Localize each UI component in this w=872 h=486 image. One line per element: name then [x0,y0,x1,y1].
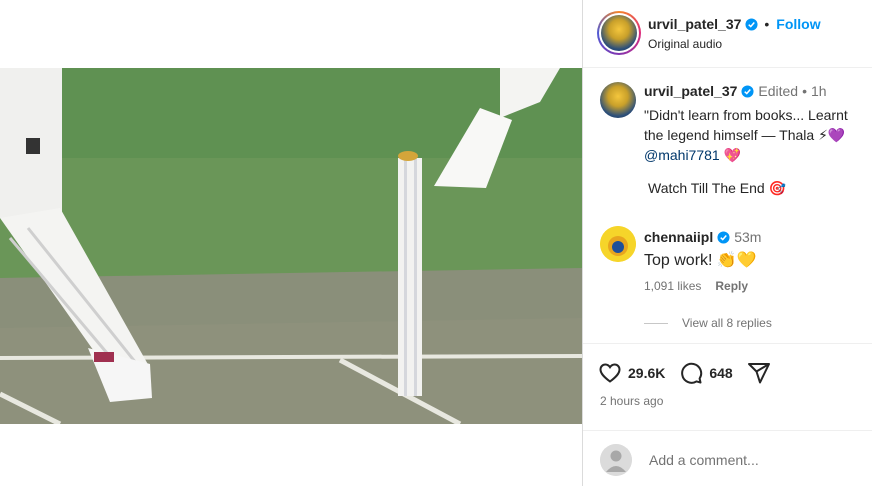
view-replies-label: View all 8 replies [682,316,772,330]
comment-header: chennaiipl 53m [644,229,761,245]
caption-closing-line: Watch Till The End 🎯 [648,180,787,196]
caption-emoji: ⚡💜 [818,127,846,143]
author-username[interactable]: urvil_patel_37 [648,16,741,32]
like-count: 29.6K [628,365,666,381]
share-button[interactable] [747,361,771,385]
caption-avatar[interactable] [600,82,636,118]
verified-badge-icon [741,84,754,98]
replies-line [644,322,668,324]
verified-badge-icon [717,230,730,244]
commenter-avatar[interactable] [600,226,636,262]
comment-text: Top work! 👏💛 [644,252,757,269]
caption-age: 1h [811,83,827,99]
comment-button[interactable]: 648 [679,361,733,385]
heart-icon [599,363,621,383]
header-separator: • [764,16,770,32]
comment-actions: 1,091 likes Reply [644,279,748,293]
caption-separator: • [802,83,807,99]
edited-label: Edited [758,83,799,99]
cricket-stumping-frame [0,68,582,424]
caption-mention-row: @mahi7781 💖 [644,145,872,165]
post-timestamp[interactable]: 2 hours ago [600,394,663,408]
section-divider [583,430,872,431]
caption-text: "Didn't learn from books... Learnt the l… [644,105,872,165]
reel-video[interactable] [0,68,582,424]
original-audio-link[interactable]: Original audio [648,37,722,51]
caption-header: urvil_patel_37 Edited • 1h [644,83,827,99]
caption-text-line1: "Didn't learn from books... Learnt [644,107,848,123]
add-comment-input[interactable] [649,452,849,468]
like-button[interactable]: 29.6K [598,361,665,385]
view-replies-button[interactable]: View all 8 replies [644,316,772,330]
mention-link[interactable]: @mahi7781 [644,147,720,163]
comment-likes[interactable]: 1,091 likes [644,279,701,293]
comment-age: 53m [734,229,762,245]
post-header: urvil_patel_37 • Follow Original audio [583,0,872,68]
author-avatar[interactable] [597,11,641,55]
current-user-avatar [600,444,632,476]
caption-text-line2-row: the legend himself — Thala ⚡💜 [644,125,872,145]
comment-count: 648 [709,365,733,381]
mention-emoji: 💖 [723,147,742,163]
verified-badge-icon [745,17,758,31]
lion-logo-icon [600,226,636,262]
commenter-username[interactable]: chennaiipl [644,229,713,245]
post-actions-bar: 29.6K 648 [598,360,785,386]
post-side-pane: urvil_patel_37 • Follow Original audio u… [583,0,872,486]
comment-bubble-icon [681,362,703,384]
caption-text-line2: the legend himself — Thala [644,127,815,143]
add-comment-bar [600,443,870,477]
paper-plane-icon [747,363,770,384]
media-pane [0,0,582,486]
default-user-icon [600,444,632,476]
reply-button[interactable]: Reply [715,279,748,293]
follow-button[interactable]: Follow [776,16,820,32]
caption-username[interactable]: urvil_patel_37 [644,83,737,99]
author-username-row: urvil_patel_37 • Follow [648,16,821,32]
section-divider [583,343,872,344]
